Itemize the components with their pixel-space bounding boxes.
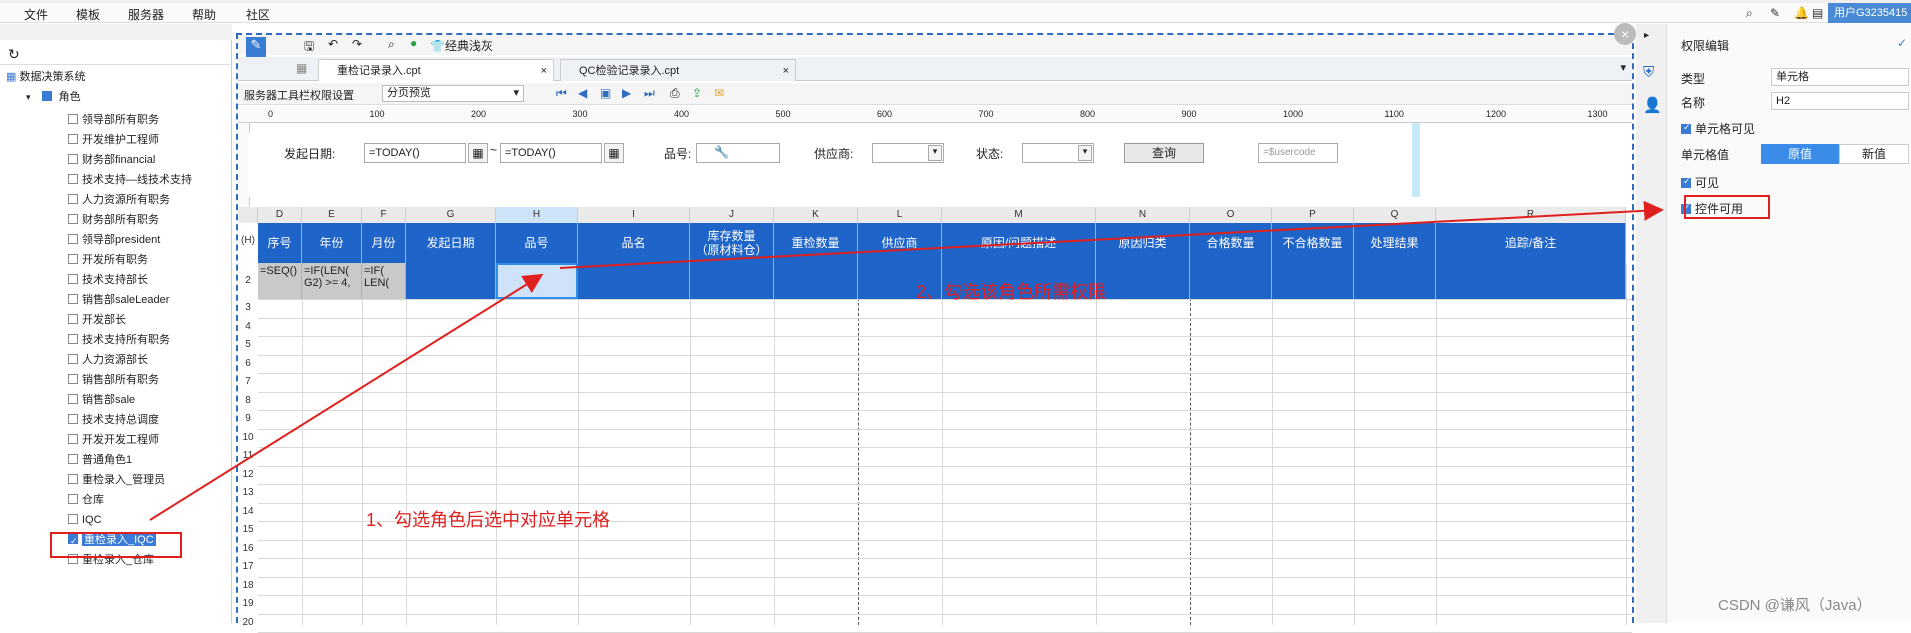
- annotation-step2: 2、勾选该角色所需权限: [916, 282, 1107, 302]
- annotation-arrows: [149, 200, 1664, 521]
- arrow-to-permission: [559, 200, 1664, 269]
- arrow-to-cell: [149, 273, 544, 521]
- annotation-step1: 1、勾选角色后选中对应单元格: [366, 510, 611, 530]
- watermark: CSDN @谦风（Java）: [1718, 597, 1872, 614]
